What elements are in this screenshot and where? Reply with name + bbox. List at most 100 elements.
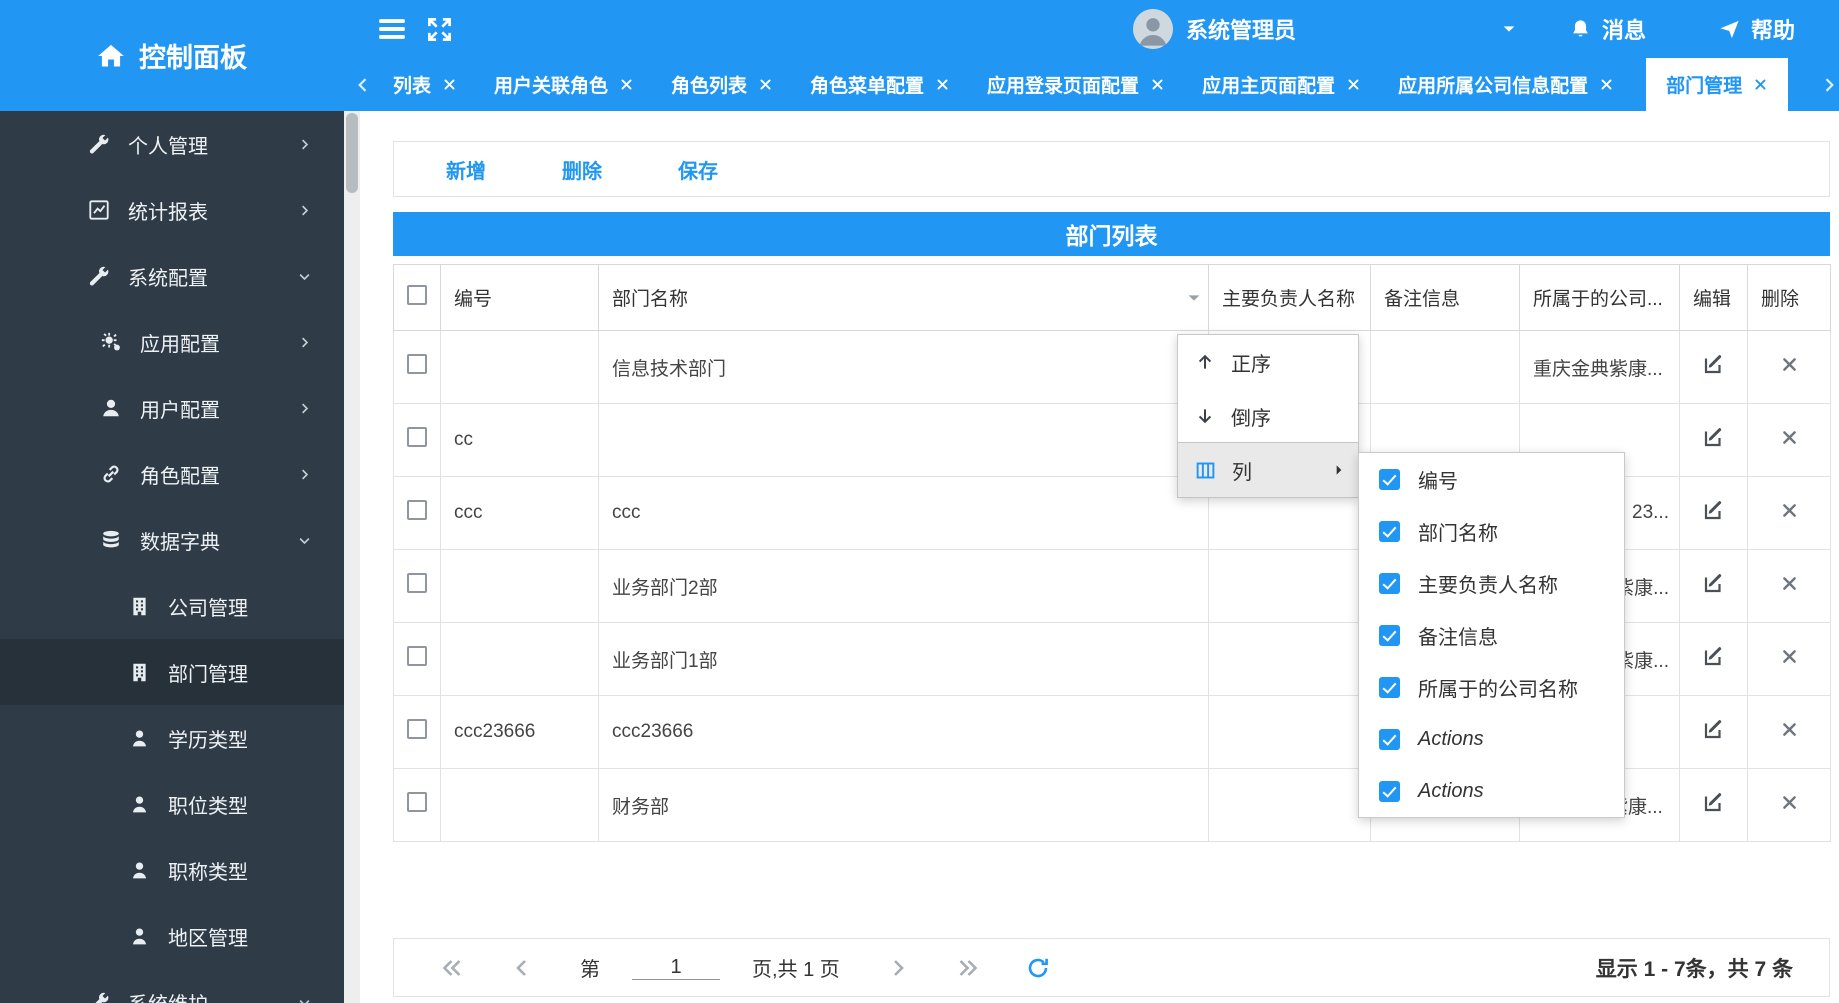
row-checkbox[interactable]	[407, 646, 427, 666]
tab-user-role-link[interactable]: 用户关联角色	[489, 58, 639, 111]
checkbox-checked-icon[interactable]	[1379, 676, 1400, 698]
select-all-checkbox[interactable]	[407, 284, 427, 305]
chevron-left-icon	[353, 75, 373, 95]
checkbox-checked-icon[interactable]	[1379, 728, 1400, 750]
brand[interactable]: 控制面板	[0, 0, 344, 111]
sidebar-item-stats-report[interactable]: 统计报表	[0, 177, 344, 243]
sidebar-item-data-dict[interactable]: 数据字典	[0, 507, 344, 573]
sidebar-item-personal-mgmt[interactable]: 个人管理	[0, 111, 344, 177]
edit-icon[interactable]	[1702, 790, 1726, 814]
column-toggle-name[interactable]: 部门名称	[1359, 505, 1624, 557]
column-menu-button[interactable]	[1186, 290, 1202, 306]
user-menu[interactable]: 系统管理员	[1132, 9, 1296, 49]
close-icon[interactable]	[1753, 77, 1768, 92]
column-toggle-company[interactable]: 所属于的公司名称	[1359, 661, 1624, 713]
col-header-name[interactable]: 部门名称	[598, 264, 1209, 331]
checkbox-checked-icon[interactable]	[1379, 468, 1400, 490]
edit-icon[interactable]	[1702, 425, 1726, 449]
sidebar-item-company-mgmt[interactable]: 公司管理	[0, 573, 344, 639]
checkbox-checked-icon[interactable]	[1379, 624, 1400, 646]
row-checkbox[interactable]	[407, 719, 427, 739]
menu-item-columns[interactable]: 列	[1177, 442, 1359, 498]
messages-button[interactable]: 消息	[1569, 13, 1646, 45]
sidebar-item-system-config[interactable]: 系统配置	[0, 243, 344, 309]
close-icon[interactable]	[1150, 77, 1165, 92]
refresh-icon[interactable]	[1026, 956, 1050, 980]
row-checkbox[interactable]	[407, 792, 427, 812]
sidebar-item-education-type[interactable]: 学历类型	[0, 705, 344, 771]
prev-page-button[interactable]	[510, 956, 534, 980]
tab-role-menu-config[interactable]: 角色菜单配置	[805, 58, 955, 111]
column-toggle-manager[interactable]: 主要负责人名称	[1359, 557, 1624, 609]
sidebar-item-department-mgmt[interactable]: 部门管理	[0, 639, 344, 705]
col-header-note[interactable]: 备注信息	[1370, 264, 1520, 331]
sidebar-item-label: 学历类型	[168, 729, 248, 752]
edit-icon[interactable]	[1702, 571, 1726, 595]
tab-app-company-info-config[interactable]: 应用所属公司信息配置	[1393, 58, 1619, 111]
checkbox-checked-icon[interactable]	[1379, 780, 1400, 802]
delete-icon[interactable]	[1780, 428, 1799, 447]
tools-icon	[86, 263, 112, 289]
menu-toggle-button[interactable]	[378, 15, 406, 43]
tab-list[interactable]: 列表	[382, 58, 462, 111]
scrollbar-thumb[interactable]	[346, 113, 358, 193]
tab-department-mgmt[interactable]: 部门管理	[1646, 58, 1789, 111]
edit-icon[interactable]	[1702, 352, 1726, 376]
next-page-button[interactable]	[886, 956, 910, 980]
checkbox-checked-icon[interactable]	[1379, 572, 1400, 594]
col-header-manager[interactable]: 主要负责人名称	[1208, 264, 1371, 331]
sidebar-item-region-mgmt[interactable]: 地区管理	[0, 903, 344, 969]
edit-icon[interactable]	[1702, 717, 1726, 741]
tab-role-list[interactable]: 角色列表	[666, 58, 778, 111]
delete-button[interactable]: 删除	[562, 155, 602, 184]
delete-icon[interactable]	[1780, 501, 1799, 520]
menu-item-sort-desc[interactable]: 倒序	[1178, 389, 1358, 443]
delete-icon[interactable]	[1780, 647, 1799, 666]
close-icon[interactable]	[1599, 77, 1614, 92]
fullscreen-button[interactable]	[426, 16, 453, 43]
sidebar-item-title-type[interactable]: 职称类型	[0, 837, 344, 903]
column-toggle-code[interactable]: 编号	[1359, 453, 1624, 505]
row-checkbox[interactable]	[407, 427, 427, 447]
tabs-scroll-right[interactable]	[1819, 58, 1839, 111]
first-page-button[interactable]	[440, 956, 464, 980]
add-button[interactable]: 新增	[446, 155, 486, 184]
save-button[interactable]: 保存	[678, 155, 718, 184]
sidebar-item-system-maintenance[interactable]: 系统维护	[0, 969, 344, 1003]
col-header-company[interactable]: 所属于的公司...	[1519, 264, 1680, 331]
sidebar-scrollbar[interactable]	[344, 111, 360, 1003]
help-button[interactable]: 帮助	[1718, 13, 1795, 45]
close-icon[interactable]	[442, 77, 457, 92]
delete-icon[interactable]	[1780, 720, 1799, 739]
checkbox-checked-icon[interactable]	[1379, 520, 1400, 542]
edit-icon[interactable]	[1702, 644, 1726, 668]
edit-icon[interactable]	[1702, 498, 1726, 522]
delete-icon[interactable]	[1780, 355, 1799, 374]
row-checkbox[interactable]	[407, 573, 427, 593]
last-page-button[interactable]	[956, 956, 980, 980]
user-dropdown-toggle[interactable]	[1501, 21, 1517, 37]
column-toggle-note[interactable]: 备注信息	[1359, 609, 1624, 661]
sidebar-item-position-type[interactable]: 职位类型	[0, 771, 344, 837]
row-checkbox[interactable]	[407, 354, 427, 374]
close-icon[interactable]	[619, 77, 634, 92]
close-icon[interactable]	[935, 77, 950, 92]
close-icon[interactable]	[1346, 77, 1361, 92]
col-header-code[interactable]: 编号	[440, 264, 599, 331]
menu-item-sort-asc[interactable]: 正序	[1178, 335, 1358, 389]
close-icon[interactable]	[758, 77, 773, 92]
delete-icon[interactable]	[1780, 574, 1799, 593]
table-row[interactable]: 信息技术部门 重庆金典紫康...	[393, 330, 1831, 404]
row-checkbox[interactable]	[407, 500, 427, 520]
page-input[interactable]	[632, 955, 720, 980]
sidebar-item-app-config[interactable]: 应用配置	[0, 309, 344, 375]
column-toggle-actions-2[interactable]: Actions	[1359, 765, 1624, 817]
column-toggle-actions-1[interactable]: Actions	[1359, 713, 1624, 765]
sidebar-item-role-config[interactable]: 角色配置	[0, 441, 344, 507]
tab-app-login-page-config[interactable]: 应用登录页面配置	[982, 58, 1170, 111]
sidebar-item-user-config[interactable]: 用户配置	[0, 375, 344, 441]
tab-app-main-page-config[interactable]: 应用主页面配置	[1197, 58, 1366, 111]
link-icon	[98, 461, 124, 487]
tabs-scroll-left[interactable]	[344, 58, 382, 111]
delete-icon[interactable]	[1780, 793, 1799, 812]
